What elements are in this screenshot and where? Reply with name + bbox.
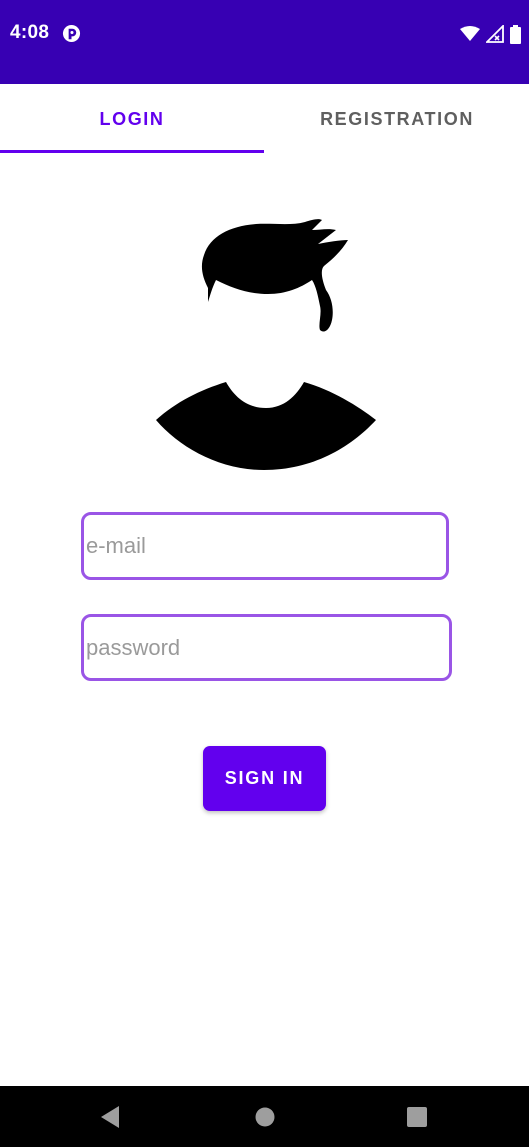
- password-field[interactable]: [81, 614, 452, 681]
- tab-registration[interactable]: REGISTRATION: [265, 84, 529, 154]
- avatar-hair: [201, 219, 348, 332]
- tab-bar: LOGIN REGISTRATION: [0, 84, 529, 154]
- navigation-bar: [0, 1086, 529, 1147]
- password-input[interactable]: [86, 617, 443, 678]
- home-icon[interactable]: [252, 1104, 278, 1130]
- status-bar: 4:08: [0, 0, 529, 84]
- tab-selected-indicator: [0, 150, 264, 153]
- user-avatar-icon: [156, 219, 376, 470]
- back-icon[interactable]: [98, 1104, 124, 1130]
- email-input[interactable]: [86, 515, 440, 577]
- app-notification-icon: [62, 24, 81, 43]
- email-field[interactable]: [81, 512, 449, 580]
- avatar-torso: [156, 382, 376, 470]
- sign-in-button[interactable]: SIGN IN: [203, 746, 326, 811]
- wifi-icon: [460, 26, 480, 41]
- tab-login[interactable]: LOGIN: [0, 84, 264, 154]
- status-time: 4:08: [10, 22, 50, 43]
- signal-icon: [486, 25, 504, 43]
- battery-icon: [510, 24, 521, 44]
- recents-icon[interactable]: [404, 1104, 430, 1130]
- status-icons: [460, 22, 521, 46]
